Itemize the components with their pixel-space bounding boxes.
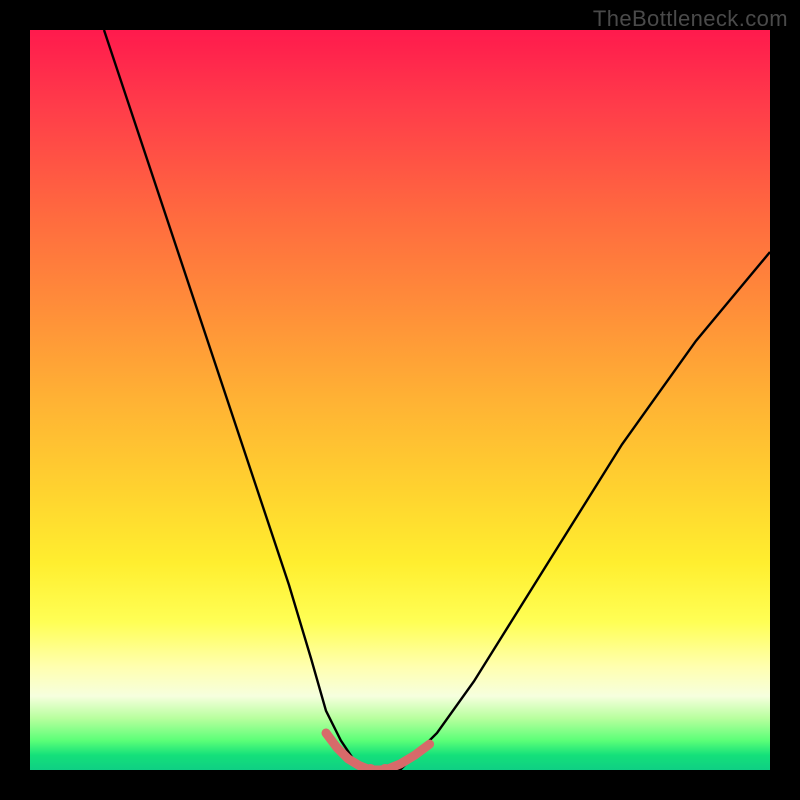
chart-svg (30, 30, 770, 770)
bottleneck-curve-path (104, 30, 770, 770)
marker-dot (344, 755, 352, 763)
marker-dot (355, 762, 363, 770)
marker-dot (411, 751, 419, 759)
plot-gradient-area (30, 30, 770, 770)
chart-frame: TheBottleneck.com (0, 0, 800, 800)
marker-dot (322, 729, 330, 737)
marker-dot (426, 740, 434, 748)
marker-dot (396, 760, 404, 768)
marker-dot (333, 744, 341, 752)
watermark-text: TheBottleneck.com (593, 6, 788, 32)
